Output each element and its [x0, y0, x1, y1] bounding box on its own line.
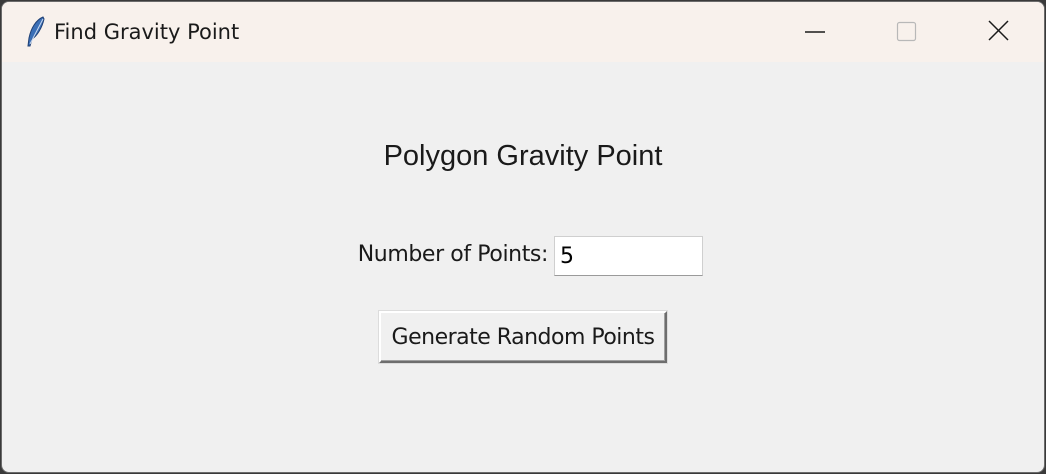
page-title: Polygon Gravity Point	[383, 140, 663, 172]
title-bar[interactable]: Find Gravity Point	[2, 2, 1044, 62]
points-input[interactable]	[554, 236, 703, 276]
minimize-icon	[805, 31, 825, 33]
minimize-button[interactable]	[768, 2, 860, 62]
feather-icon	[24, 16, 48, 48]
generate-random-points-button[interactable]: Generate Random Points	[379, 311, 667, 363]
maximize-icon	[896, 21, 917, 42]
maximize-button[interactable]	[860, 2, 952, 62]
window-title: Find Gravity Point	[54, 20, 240, 44]
points-label: Number of Points:	[357, 242, 549, 267]
close-button[interactable]	[952, 2, 1044, 62]
close-icon	[988, 20, 1009, 41]
app-window: Find Gravity Point Polygon Gravity Point…	[1, 1, 1045, 473]
